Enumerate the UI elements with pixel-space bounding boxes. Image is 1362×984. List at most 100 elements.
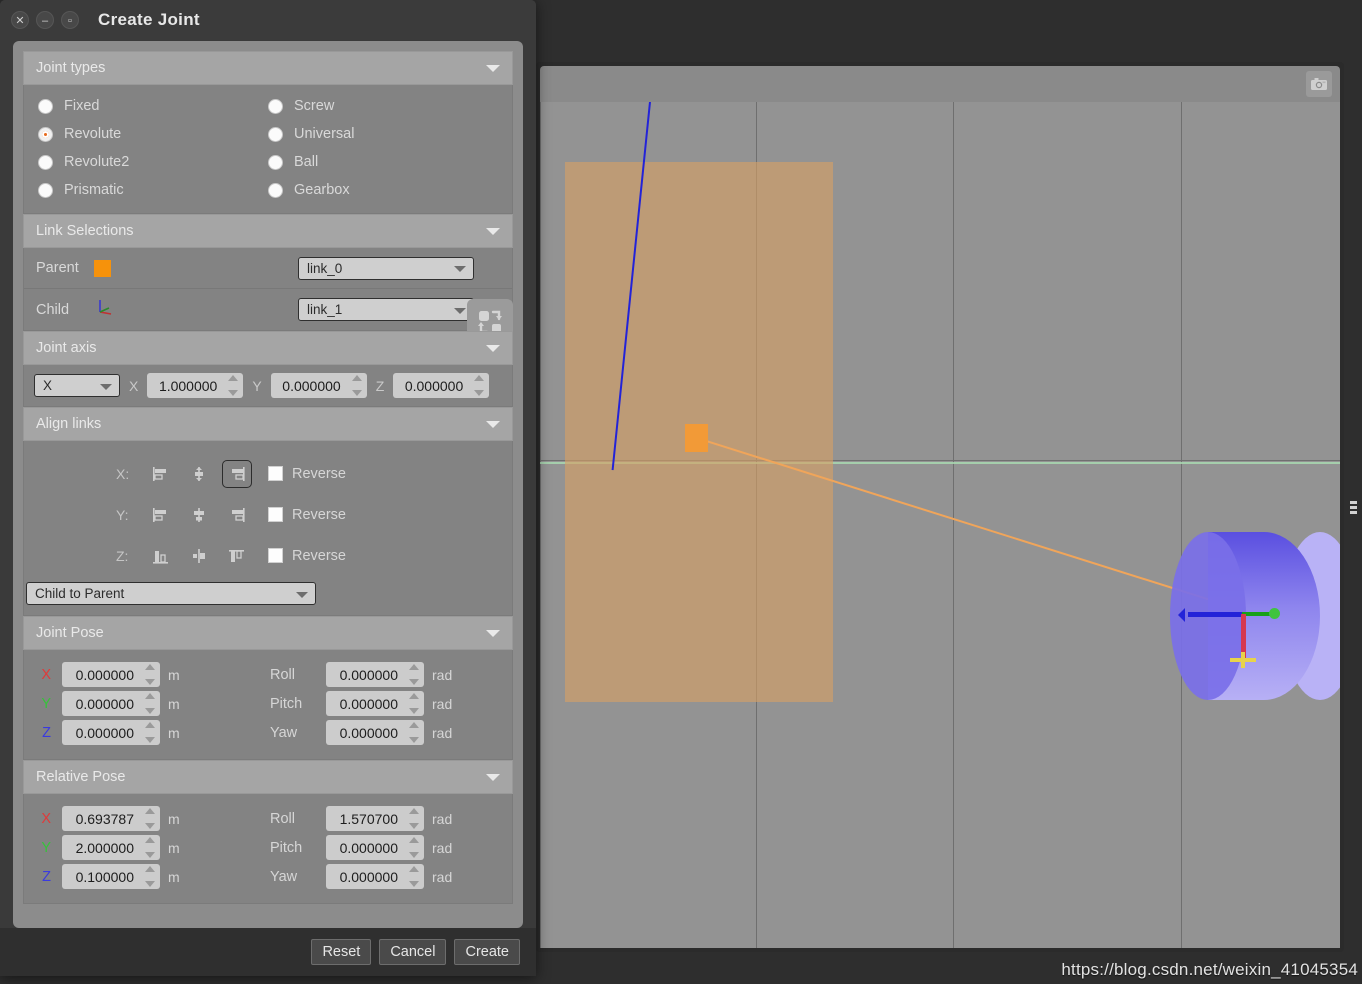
parent-label: Parent [36,260,79,276]
relative-pose-roll-spinbox[interactable]: 1.570700 [326,806,424,831]
align-z-max-icon[interactable] [222,542,252,570]
cancel-button[interactable]: Cancel [379,939,447,965]
minimize-icon[interactable]: – [36,11,54,29]
align-y-min-icon[interactable] [146,501,176,529]
relative-pose-y-unit: m [168,839,180,856]
radio-ball[interactable]: Ball [268,151,498,173]
spinner-arrows-icon[interactable] [145,866,155,887]
radio-screw[interactable]: Screw [268,95,498,117]
joint-pose-yaw-spinbox[interactable]: 0.000000 [326,720,424,745]
joint-pose-pitch-spinbox[interactable]: 0.000000 [326,691,424,716]
spinner-arrows-icon[interactable] [145,664,155,685]
axis-x-spinbox[interactable]: 1.000000 [147,373,244,398]
reset-button[interactable]: Reset [311,939,372,965]
joint-pose-y-spinbox[interactable]: 0.000000 [62,691,160,716]
align-y-label: Y: [116,506,129,523]
relative-pose-x-spinbox[interactable]: 0.693787 [62,806,160,831]
section-relative-pose[interactable]: Relative Pose [23,760,513,794]
axis-z-spinbox[interactable]: 0.000000 [393,373,490,398]
relative-pose-z-spinbox[interactable]: 0.100000 [62,864,160,889]
relative-pose-x-label: X [41,810,51,827]
align-y-reverse-checkbox[interactable] [268,507,283,522]
radio-dot-icon[interactable] [268,98,283,114]
joint-type-radio-group: Fixed Screw Revolute Universal Revolute2… [24,85,512,213]
spinner-arrows-icon[interactable] [145,837,155,858]
spinner-arrows-icon[interactable] [474,375,485,396]
maximize-icon[interactable]: ▫ [61,11,79,29]
radio-label: Revolute2 [64,154,130,170]
spinner-arrows-icon[interactable] [145,693,155,714]
section-align-links[interactable]: Align links [23,407,513,441]
parent-link-combobox[interactable]: link_0 [298,256,474,280]
camera-screenshot-icon[interactable] [1306,71,1332,97]
align-x-center-icon[interactable] [184,460,214,488]
chevron-down-icon[interactable] [486,774,500,781]
section-joint-types[interactable]: Joint types [23,51,513,85]
radio-fixed[interactable]: Fixed [38,95,268,117]
joint-origin-handle[interactable] [685,424,708,452]
section-link-selections[interactable]: Link Selections [23,214,513,248]
axis-y-spinbox[interactable]: 0.000000 [270,373,367,398]
chevron-down-icon[interactable] [486,421,500,428]
spinner-arrows-icon[interactable] [409,664,419,685]
align-z-min-icon[interactable] [146,542,176,570]
radio-revolute2[interactable]: Revolute2 [38,151,268,173]
create-button[interactable]: Create [454,939,520,965]
radio-prismatic[interactable]: Prismatic [38,179,268,201]
child-link-combobox[interactable]: link_1 [298,298,474,321]
align-target-combobox[interactable]: Child to Parent [26,582,316,605]
radio-dot-icon[interactable] [38,182,53,198]
radio-dot-icon[interactable] [268,154,283,170]
viewport-toolbar [540,66,1340,102]
chevron-down-icon[interactable] [486,65,500,72]
align-z-reverse-checkbox[interactable] [268,548,283,563]
align-z-center-icon[interactable] [184,542,214,570]
chevron-down-icon[interactable] [486,630,500,637]
section-title: Relative Pose [36,769,126,785]
section-joint-pose[interactable]: Joint Pose [23,616,513,650]
radio-dot-icon-selected[interactable] [38,126,53,142]
spinner-arrows-icon[interactable] [409,808,419,829]
child-link-cylinder[interactable] [1170,532,1340,702]
spinner-arrows-icon[interactable] [409,837,419,858]
radio-universal[interactable]: Universal [268,123,498,145]
chevron-down-icon[interactable] [486,345,500,352]
joint-pose-x-label: X [41,666,51,683]
spinner-arrows-icon[interactable] [351,375,362,396]
joint-pose-x-spinbox[interactable]: 0.000000 [62,662,160,687]
spinner-arrows-icon[interactable] [409,866,419,887]
radio-dot-icon[interactable] [38,154,53,170]
spinner-arrows-icon[interactable] [228,375,239,396]
close-icon[interactable]: ✕ [11,11,29,29]
relative-pose-roll-unit: rad [432,810,453,827]
align-x-reverse-checkbox[interactable] [268,466,283,481]
joint-pose-roll-unit: rad [432,666,453,683]
joint-pose-z-label: Z [42,724,51,741]
relative-pose-y-value: 2.000000 [75,839,134,856]
joint-pose-z-spinbox[interactable]: 0.000000 [62,720,160,745]
relative-pose-y-spinbox[interactable]: 2.000000 [62,835,160,860]
align-x-min-icon[interactable] [146,460,176,488]
joint-pose-roll-spinbox[interactable]: 0.000000 [326,662,424,687]
relative-pose-pitch-spinbox[interactable]: 0.000000 [326,835,424,860]
radio-revolute[interactable]: Revolute [38,123,268,145]
radio-dot-icon[interactable] [38,98,53,114]
radio-gearbox[interactable]: Gearbox [268,179,498,201]
radio-dot-icon[interactable] [268,126,283,142]
spinner-arrows-icon[interactable] [409,693,419,714]
align-y-max-icon[interactable] [222,501,252,529]
radio-dot-icon[interactable] [268,182,283,198]
align-x-max-icon[interactable] [222,459,252,488]
section-joint-axis[interactable]: Joint axis [23,331,513,365]
align-y-center-icon[interactable] [184,501,214,529]
axis-preset-combobox[interactable]: X [34,374,120,397]
radio-label: Fixed [64,98,100,114]
spinner-arrows-icon[interactable] [145,808,155,829]
relative-pose-yaw-spinbox[interactable]: 0.000000 [326,864,424,889]
spinner-arrows-icon[interactable] [145,722,155,743]
spinner-arrows-icon[interactable] [409,722,419,743]
splitter-handle-icon[interactable] [1344,62,1362,952]
dialog-titlebar[interactable]: ✕ – ▫ Create Joint [0,0,536,40]
chevron-down-icon[interactable] [486,228,500,235]
3d-scene[interactable] [540,102,1340,948]
